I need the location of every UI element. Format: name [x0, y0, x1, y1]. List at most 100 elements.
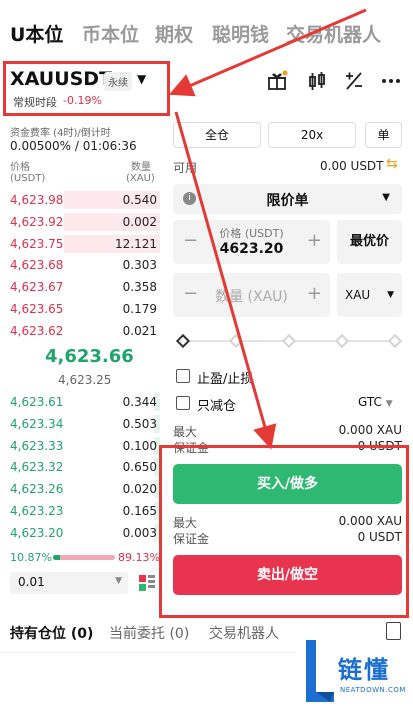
ask-row[interactable]: 4,623.98 0.540 [0, 191, 160, 209]
ob-price-unit: (USDT) [10, 173, 46, 184]
ask-price: 4,623.68 [10, 258, 64, 273]
slider-stop-100[interactable] [387, 333, 403, 349]
chevron-down-icon: ▼ [382, 192, 390, 203]
bid-qty: 0.503 [122, 416, 157, 431]
tab-bots[interactable]: 交易机器人 [209, 623, 279, 643]
bid-qty: 0.165 [122, 504, 157, 518]
order-type-label: 限价单 [266, 193, 309, 209]
chevron-down-icon: ▼ [387, 290, 394, 300]
buy-sell-ratio-bar [53, 555, 115, 560]
gift-icon[interactable] [266, 70, 288, 92]
tick-size-select[interactable]: 0.01 ▼ [10, 572, 128, 594]
bid-row[interactable]: 4,623.32 0.650 [0, 458, 160, 477]
price-input[interactable]: − 价格 (USDT) 4623.20 + [173, 220, 330, 264]
bid-qty: 0.344 [122, 395, 157, 409]
annotation-box-symbol [3, 61, 170, 116]
bid-qty: 0.020 [122, 482, 157, 497]
ask-row[interactable]: 4,623.65 0.179 [0, 300, 160, 318]
reduce-only-label: 只减仓 [197, 399, 237, 414]
margin-mode-button[interactable]: 全仓 [173, 122, 261, 148]
bid-price: 4,623.20 [10, 525, 64, 540]
ob-qty-header: 数量 [131, 162, 151, 173]
more-icon[interactable] [380, 70, 402, 92]
ask-qty: 0.002 [122, 214, 157, 229]
time-in-force-value: GTC [358, 395, 382, 409]
ask-price: 4,623.67 [10, 280, 64, 295]
sell-ratio: 89.13% [118, 551, 160, 564]
watermark-en: NEATDOWN.COM [340, 686, 406, 694]
mark-price: 4,623.25 [58, 373, 112, 387]
best-price-button[interactable]: 最优价 [337, 220, 402, 264]
slider-stop-0[interactable] [175, 333, 191, 349]
annotation-box-order-buttons [159, 445, 409, 618]
tick-size-value: 0.01 [18, 575, 45, 589]
ask-qty: 0.358 [122, 280, 157, 295]
ask-row[interactable]: 4,623.67 0.358 [0, 278, 160, 296]
tab-open-orders[interactable]: 当前委托 (0) [109, 623, 189, 643]
funding-rate-value: 0.00500% / 01:06:36 [10, 139, 137, 153]
bid-row[interactable]: 4,623.33 0.100 [0, 436, 160, 455]
buy-ratio: 10.87% [10, 551, 52, 564]
calculator-icon[interactable] [343, 70, 365, 92]
bid-qty: 0.003 [122, 525, 157, 540]
bid-price: 4,623.61 [10, 395, 64, 409]
ask-qty: 12.121 [115, 236, 157, 251]
slider-stop-50[interactable] [281, 333, 297, 349]
document-icon[interactable] [386, 622, 401, 640]
ask-row[interactable]: 4,623.75 12.121 [0, 234, 160, 253]
available-value: 0.00 USDT [320, 159, 384, 173]
quantity-unit-select[interactable]: XAU ▼ [337, 273, 402, 317]
bid-price: 4,623.26 [10, 482, 64, 497]
slider-stop-75[interactable] [334, 333, 350, 349]
chevron-down-icon: ▼ [385, 399, 393, 409]
bid-price: 4,623.32 [10, 460, 64, 475]
bid-row[interactable]: 4,623.61 0.344 [0, 393, 160, 411]
ask-price: 4,623.62 [10, 323, 64, 338]
last-price[interactable]: 4,623.66 [45, 346, 134, 367]
top-tabs: U本位 币本位 期权 聪明钱 交易机器人 [0, 0, 413, 64]
candlestick-chart-icon[interactable] [306, 70, 328, 92]
tp-sl-label: 止盈/止损 [197, 372, 254, 387]
price-increment-button[interactable]: + [307, 230, 322, 251]
ask-qty: 0.021 [122, 323, 157, 338]
ask-qty: 0.179 [122, 302, 157, 316]
ask-price: 4,623.75 [10, 236, 64, 251]
ask-price: 4,623.65 [10, 302, 64, 316]
watermark-logo: 链懂 NEATDOWN.COM [296, 640, 413, 708]
tab-smart-money[interactable]: 聪明钱 [212, 20, 269, 47]
bid-price: 4,623.33 [10, 438, 64, 453]
ask-qty: 0.540 [122, 193, 157, 207]
position-mode-button[interactable]: 单 [365, 122, 402, 148]
tab-options[interactable]: 期权 [155, 20, 193, 47]
chevron-down-icon: ▼ [115, 576, 122, 586]
order-type-select[interactable]: i 限价单 ▼ [173, 184, 402, 214]
leverage-button[interactable]: 20x [268, 122, 356, 148]
ask-row[interactable]: 4,623.92 0.002 [0, 212, 160, 231]
quantity-increment-button[interactable]: + [307, 283, 322, 304]
funding-rate-label: 资金费率 (4时)/倒计时 [10, 128, 111, 139]
bid-qty: 0.650 [122, 460, 157, 475]
tab-positions[interactable]: 持有仓位 (0) [10, 623, 93, 643]
tab-usdt-margined[interactable]: U本位 [10, 20, 63, 47]
transfer-icon[interactable]: ⇆ [386, 156, 398, 172]
ask-price: 4,623.98 [10, 193, 64, 207]
available-label: 可用 [173, 161, 198, 175]
slider-stop-25[interactable] [228, 333, 244, 349]
tp-sl-checkbox[interactable] [176, 369, 190, 383]
buy-max-label: 最大 [173, 425, 198, 439]
bid-row[interactable]: 4,623.34 0.503 [0, 414, 160, 433]
quantity-input[interactable]: − 数量 (XAU) + [173, 273, 330, 317]
ask-row[interactable]: 4,623.68 0.303 [0, 256, 160, 274]
bid-row[interactable]: 4,623.23 0.165 [0, 502, 160, 520]
orderbook-layout-icon[interactable] [138, 574, 156, 592]
time-in-force-select[interactable]: GTC ▼ [358, 395, 393, 409]
watermark-cn: 链懂 [338, 656, 390, 684]
bid-row[interactable]: 4,623.26 0.020 [0, 480, 160, 499]
ask-row[interactable]: 4,623.62 0.021 [0, 322, 160, 340]
bid-qty: 0.100 [122, 438, 157, 453]
reduce-only-checkbox[interactable] [176, 396, 190, 410]
quantity-unit-value: XAU [345, 288, 371, 302]
tab-trading-bots[interactable]: 交易机器人 [286, 20, 381, 47]
bid-row[interactable]: 4,623.20 0.003 [0, 523, 160, 542]
tab-coin-margined[interactable]: 币本位 [82, 20, 139, 47]
